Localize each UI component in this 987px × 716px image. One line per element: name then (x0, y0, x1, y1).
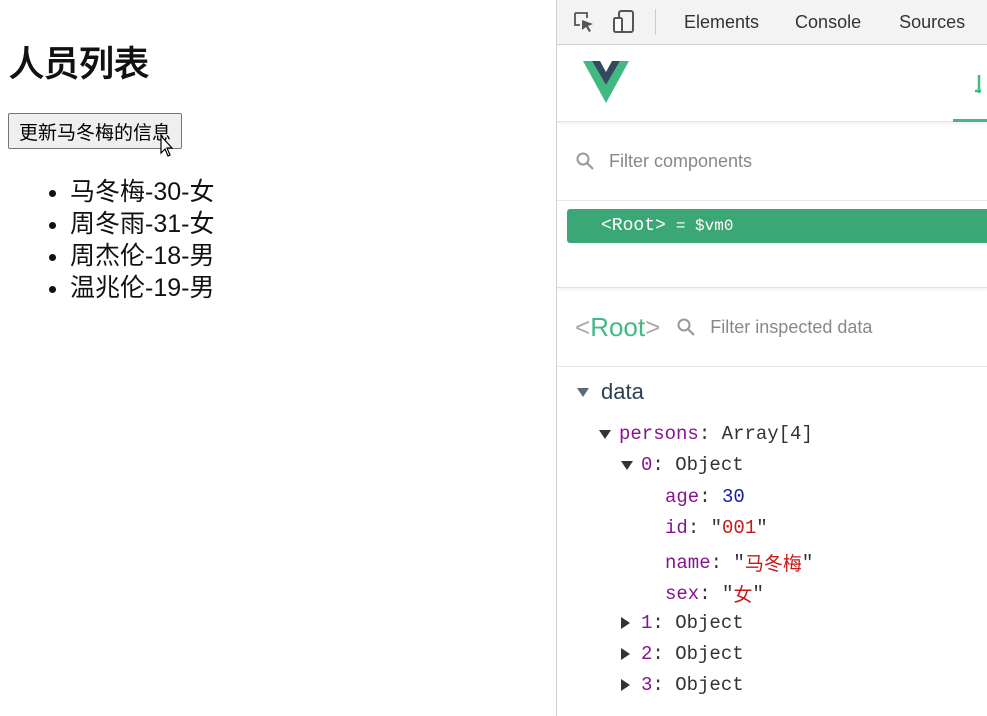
item-row[interactable]: 2: Object (621, 643, 744, 665)
field-row[interactable]: sex: " 女 " (665, 580, 764, 608)
devtools-tabbar: Elements Console Sources (557, 0, 987, 45)
expand-toggle-icon (577, 387, 589, 397)
component-tree: <Root> = $vm0 (557, 201, 987, 288)
search-icon (576, 152, 594, 170)
vue-logo (583, 61, 629, 103)
root-component-tag: <Root> (601, 216, 666, 236)
vue-devtools-header (557, 45, 987, 122)
devtools-panel: Elements Console Sources Filter componen… (557, 0, 987, 716)
tab-sources[interactable]: Sources (899, 12, 965, 33)
persons-row[interactable]: persons: Array[4] (599, 423, 813, 445)
person-list: 马冬梅-30-女 周冬雨-31-女 周杰伦-18-男 温兆伦-19-男 (24, 176, 214, 304)
item-row[interactable]: 3: Object (621, 674, 744, 696)
inspected-data: data persons: Array[4] 0: Object age: 30… (557, 367, 987, 716)
inspect-element-icon[interactable] (571, 9, 597, 35)
filter-components-input[interactable]: Filter components (609, 151, 752, 172)
expand-toggle-icon (621, 460, 633, 470)
search-icon (677, 318, 696, 336)
collapse-toggle-icon (621, 617, 630, 629)
tab-elements[interactable]: Elements (684, 12, 759, 33)
collapse-toggle-icon (621, 648, 630, 660)
tab-console[interactable]: Console (795, 12, 861, 33)
person-item: 马冬梅-30-女 (70, 176, 214, 208)
root-component-row[interactable]: <Root> = $vm0 (567, 209, 987, 243)
expand-toggle-icon (599, 429, 611, 439)
page-viewport: 人员列表 更新马冬梅的信息 马冬梅-30-女 周冬雨-31-女 周杰伦-18-男… (0, 0, 556, 716)
update-person-button[interactable]: 更新马冬梅的信息 (8, 113, 183, 149)
page-title: 人员列表 (9, 45, 150, 84)
field-row[interactable]: id: " 001 " (665, 517, 768, 539)
field-row[interactable]: name: " 马冬梅 " (665, 549, 813, 577)
data-section-toggle[interactable]: data (577, 379, 644, 405)
item-0-row[interactable]: 0: Object (621, 454, 744, 476)
filter-components-row[interactable]: Filter components (557, 122, 987, 201)
toolbar-separator (655, 9, 656, 35)
field-row[interactable]: age: 30 (665, 486, 745, 508)
person-item: 温兆伦-19-男 (70, 272, 214, 304)
person-item: 周杰伦-18-男 (70, 240, 214, 272)
filter-inspected-data-input[interactable]: Filter inspected data (710, 317, 872, 338)
inspector-header: <Root> Filter inspected data (557, 288, 987, 367)
collapse-toggle-icon (621, 679, 630, 691)
device-toggle-icon[interactable] (611, 9, 637, 35)
active-tab-indicator (953, 119, 987, 122)
mouse-cursor-icon (160, 135, 174, 157)
root-component-vm: = $vm0 (675, 217, 734, 235)
item-row[interactable]: 1: Object (621, 612, 744, 634)
components-tab-icon[interactable] (973, 73, 983, 97)
inspector-title: <Root> (575, 311, 661, 342)
person-item: 周冬雨-31-女 (70, 208, 214, 240)
